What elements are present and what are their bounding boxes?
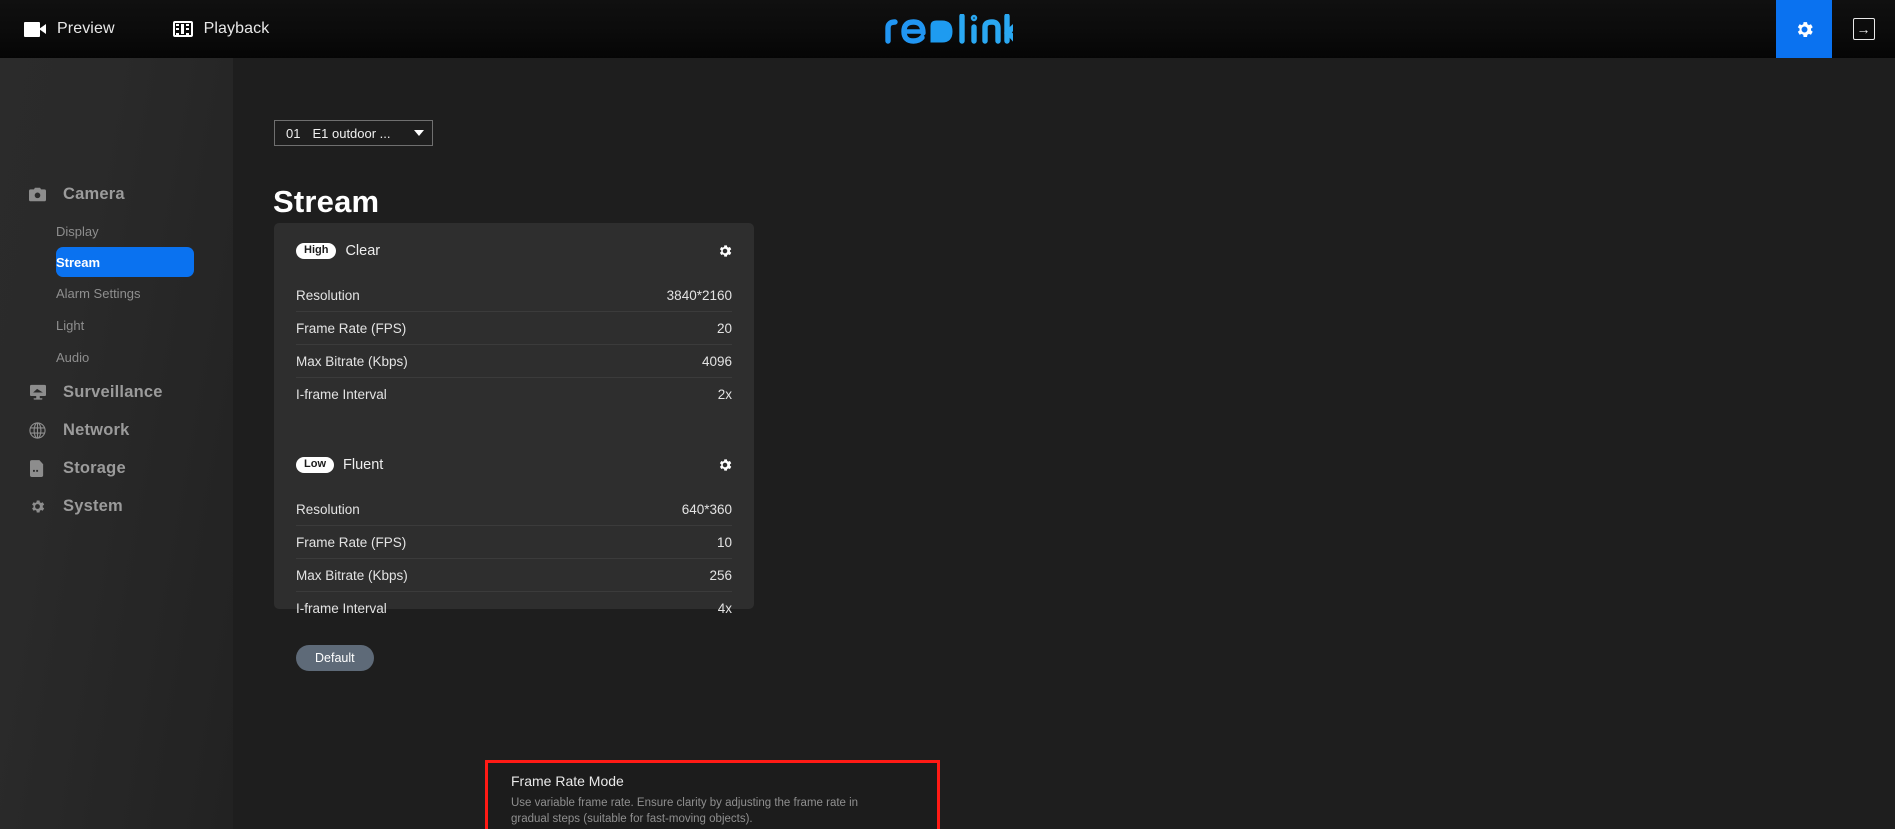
- sidebar-group-surveillance[interactable]: Surveillance: [0, 373, 233, 411]
- default-button[interactable]: Default: [296, 645, 374, 671]
- status-badge-high: High: [296, 242, 337, 260]
- film-strip-icon: [172, 21, 193, 37]
- table-row: Max Bitrate (Kbps) 4096: [296, 345, 732, 378]
- table-row: Max Bitrate (Kbps) 256: [296, 559, 732, 592]
- stream-header-low: Low Fluent: [296, 437, 732, 493]
- sidebar-label-camera: Camera: [63, 184, 125, 203]
- stream-settings-gear-high[interactable]: [717, 243, 733, 259]
- row-value: 4x: [717, 601, 732, 616]
- table-row: I-frame Interval 4x: [296, 592, 732, 625]
- logout-button[interactable]: →: [1832, 0, 1895, 58]
- camcorder-icon: [24, 21, 46, 37]
- row-key: I-frame Interval: [296, 601, 387, 616]
- gear-icon: [29, 498, 46, 515]
- sidebar-item-display[interactable]: Display: [56, 215, 215, 247]
- table-row: Frame Rate (FPS) 20: [296, 312, 732, 345]
- stream-rows-low: Resolution 640*360 Frame Rate (FPS) 10 M…: [296, 493, 732, 625]
- stream-settings-card: High Clear Resolution 3840*2160 Frame Ra…: [274, 223, 754, 671]
- row-value: 640*360: [681, 501, 732, 517]
- sidebar-label-system: System: [63, 496, 123, 515]
- gear-icon: [719, 459, 732, 471]
- table-row: I-frame Interval 2x: [296, 378, 732, 411]
- nav-item-playback[interactable]: Playback: [172, 0, 270, 58]
- row-value: 256: [709, 567, 732, 583]
- camera-icon: [29, 186, 46, 203]
- nav-item-preview[interactable]: Preview: [24, 0, 115, 58]
- row-key: Max Bitrate (Kbps): [296, 567, 408, 583]
- sidebar-item-light[interactable]: Light: [56, 309, 215, 341]
- camera-selector-id: 01: [286, 125, 301, 141]
- default-button-wrap: Default: [296, 625, 732, 671]
- stream-header-high: High Clear: [296, 223, 732, 279]
- sidebar-item-label-stream: Stream: [56, 254, 101, 270]
- row-value: 10: [716, 534, 732, 550]
- sidebar-group-storage[interactable]: Storage: [0, 449, 233, 487]
- frame-rate-mode-description: Use variable frame rate. Ensure clarity …: [511, 797, 859, 826]
- sidebar-group-system[interactable]: System: [0, 487, 233, 525]
- sidebar-item-alarm-settings[interactable]: Alarm Settings: [56, 277, 215, 309]
- sidebar-item-label-light: Light: [56, 317, 85, 333]
- sidebar-item-stream[interactable]: Stream: [56, 247, 194, 277]
- row-value: 3840*2160: [666, 287, 732, 303]
- sdcard-icon: [29, 459, 46, 477]
- sidebar-item-label-alarm-settings: Alarm Settings: [56, 285, 141, 301]
- sidebar-label-network: Network: [63, 420, 130, 439]
- sidebar-subitems-camera: Display Stream Alarm Settings Light Audi…: [0, 215, 233, 373]
- sidebar-item-label-display: Display: [56, 223, 99, 239]
- row-key: Resolution: [296, 501, 360, 517]
- sidebar-group-camera[interactable]: Camera: [0, 175, 233, 213]
- sidebar-label-surveillance: Surveillance: [63, 382, 163, 401]
- sidebar-group-network[interactable]: Network: [0, 411, 233, 449]
- stream-settings-gear-low[interactable]: [717, 457, 733, 473]
- camera-selector-name: E1 outdoor ...: [312, 125, 391, 141]
- sidebar-item-label-audio: Audio: [56, 349, 90, 365]
- logout-arrow-icon: →: [1852, 18, 1875, 40]
- monitor-icon: [29, 384, 46, 401]
- gear-icon: [1797, 21, 1813, 37]
- chevron-down-icon: [414, 130, 424, 136]
- row-value: 2x: [717, 387, 732, 402]
- frame-rate-mode-panel: Frame Rate Mode Use variable frame rate.…: [485, 760, 940, 829]
- nav-label-playback: Playback: [203, 20, 270, 37]
- top-header: Preview Playback →: [0, 0, 1895, 58]
- stream-rows-high: Resolution 3840*2160 Frame Rate (FPS) 20…: [296, 279, 732, 411]
- sidebar: Camera Display Stream Alarm Settings Lig…: [0, 58, 233, 829]
- settings-button[interactable]: [1776, 0, 1832, 58]
- status-badge-low: Low: [296, 456, 334, 474]
- row-value: 20: [716, 320, 732, 336]
- table-row: Resolution 3840*2160: [296, 279, 732, 312]
- table-row: Resolution 640*360: [296, 493, 732, 526]
- table-row: Frame Rate (FPS) 10: [296, 526, 732, 559]
- row-key: Max Bitrate (Kbps): [296, 353, 408, 369]
- frame-rate-mode-title: Frame Rate Mode: [511, 773, 624, 789]
- stream-title-fluent: Fluent: [343, 457, 384, 473]
- reolink-logo: [0, 0, 1895, 58]
- gear-icon: [719, 245, 732, 257]
- camera-selector[interactable]: 01 E1 outdoor ...: [274, 120, 433, 146]
- globe-icon: [29, 421, 46, 439]
- page-title: Stream: [273, 184, 380, 219]
- row-key: Frame Rate (FPS): [296, 320, 407, 336]
- row-key: Resolution: [296, 287, 360, 303]
- row-key: Frame Rate (FPS): [296, 534, 407, 550]
- stream-title-clear: Clear: [345, 243, 381, 259]
- row-value: 4096: [701, 353, 732, 369]
- row-key: I-frame Interval: [296, 387, 387, 402]
- header-actions: →: [1776, 0, 1895, 58]
- main-content: 01 E1 outdoor ... Stream High Clear Reso…: [233, 58, 1895, 829]
- sidebar-item-audio[interactable]: Audio: [56, 341, 215, 373]
- header-nav: Preview Playback: [24, 0, 269, 58]
- sidebar-label-storage: Storage: [63, 458, 126, 477]
- nav-label-preview: Preview: [57, 20, 115, 37]
